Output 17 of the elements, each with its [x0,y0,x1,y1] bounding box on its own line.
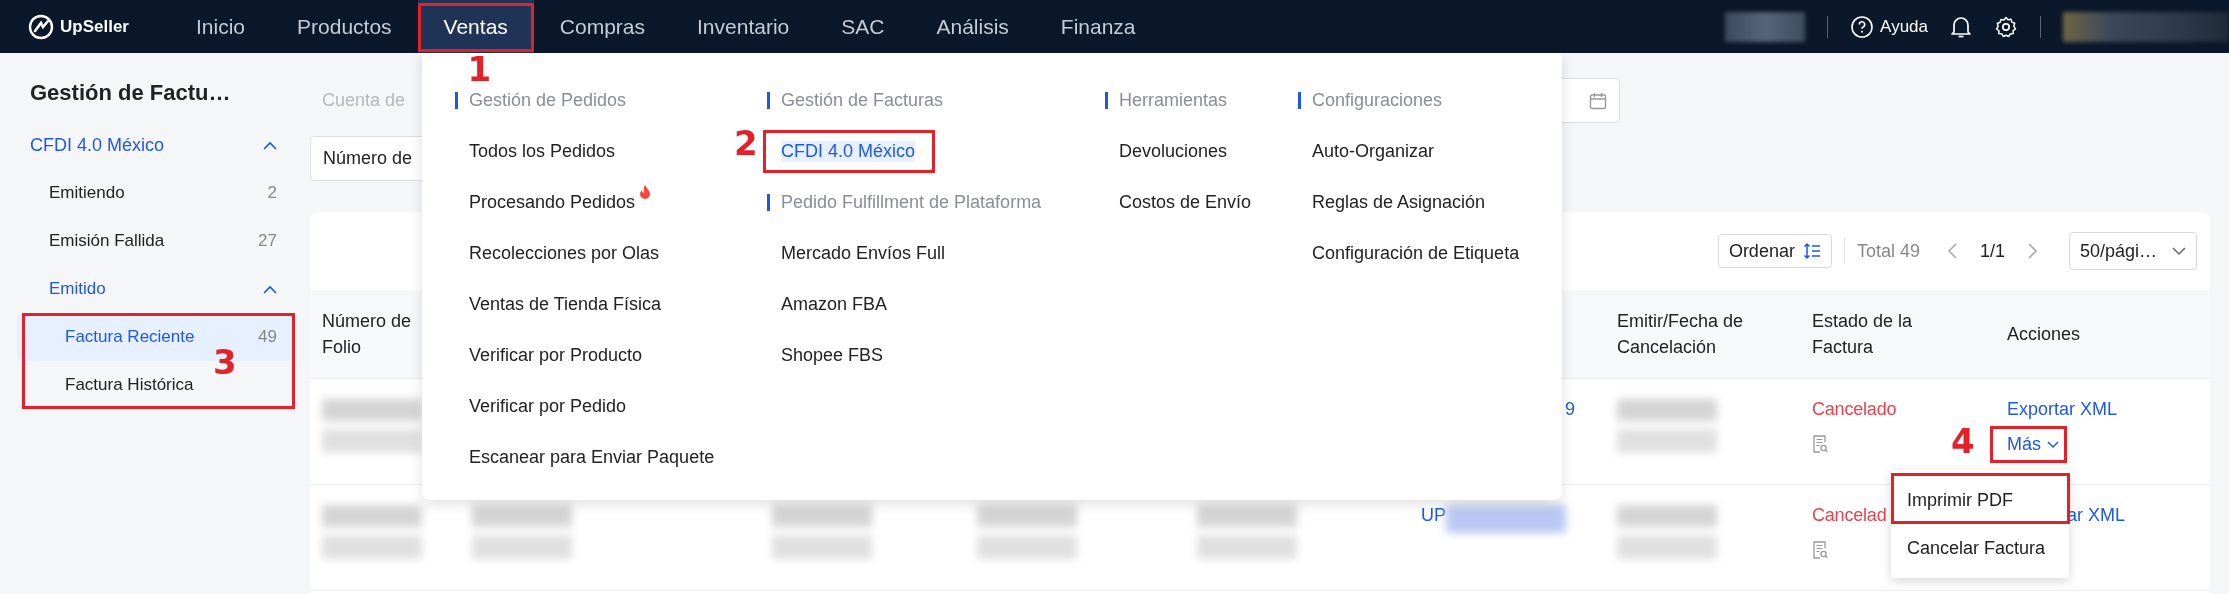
menu-section-title: Configuraciones [1312,90,1443,111]
column-header: Número de Folio [322,309,413,359]
invoice-status: Cancelad [1812,505,1887,526]
total-count: Total 49 [1856,240,1920,262]
page-number: 1/1 [1979,240,2005,262]
menu-section-title: Gestión de Facturas [781,90,944,111]
menu-section-title: Pedido Fulfillment de Plataforma [781,192,1042,213]
step-number: 2 [734,126,758,160]
column-header: Estado de la Factura [1812,309,1914,359]
step-number: 4 [1951,424,1975,458]
menu-section-title: Herramientas [1119,90,1228,111]
sidebar-title: Gestión de Factu… [29,79,232,107]
column-header: Emitir/Fecha de Cancelación [1617,309,1745,359]
column-header: Acciones [2007,322,2081,346]
step-number: 1 [467,52,492,86]
invoice-status: Cancelado [1812,399,1897,420]
menu-section-title: Gestión de Pedidos [469,90,627,111]
